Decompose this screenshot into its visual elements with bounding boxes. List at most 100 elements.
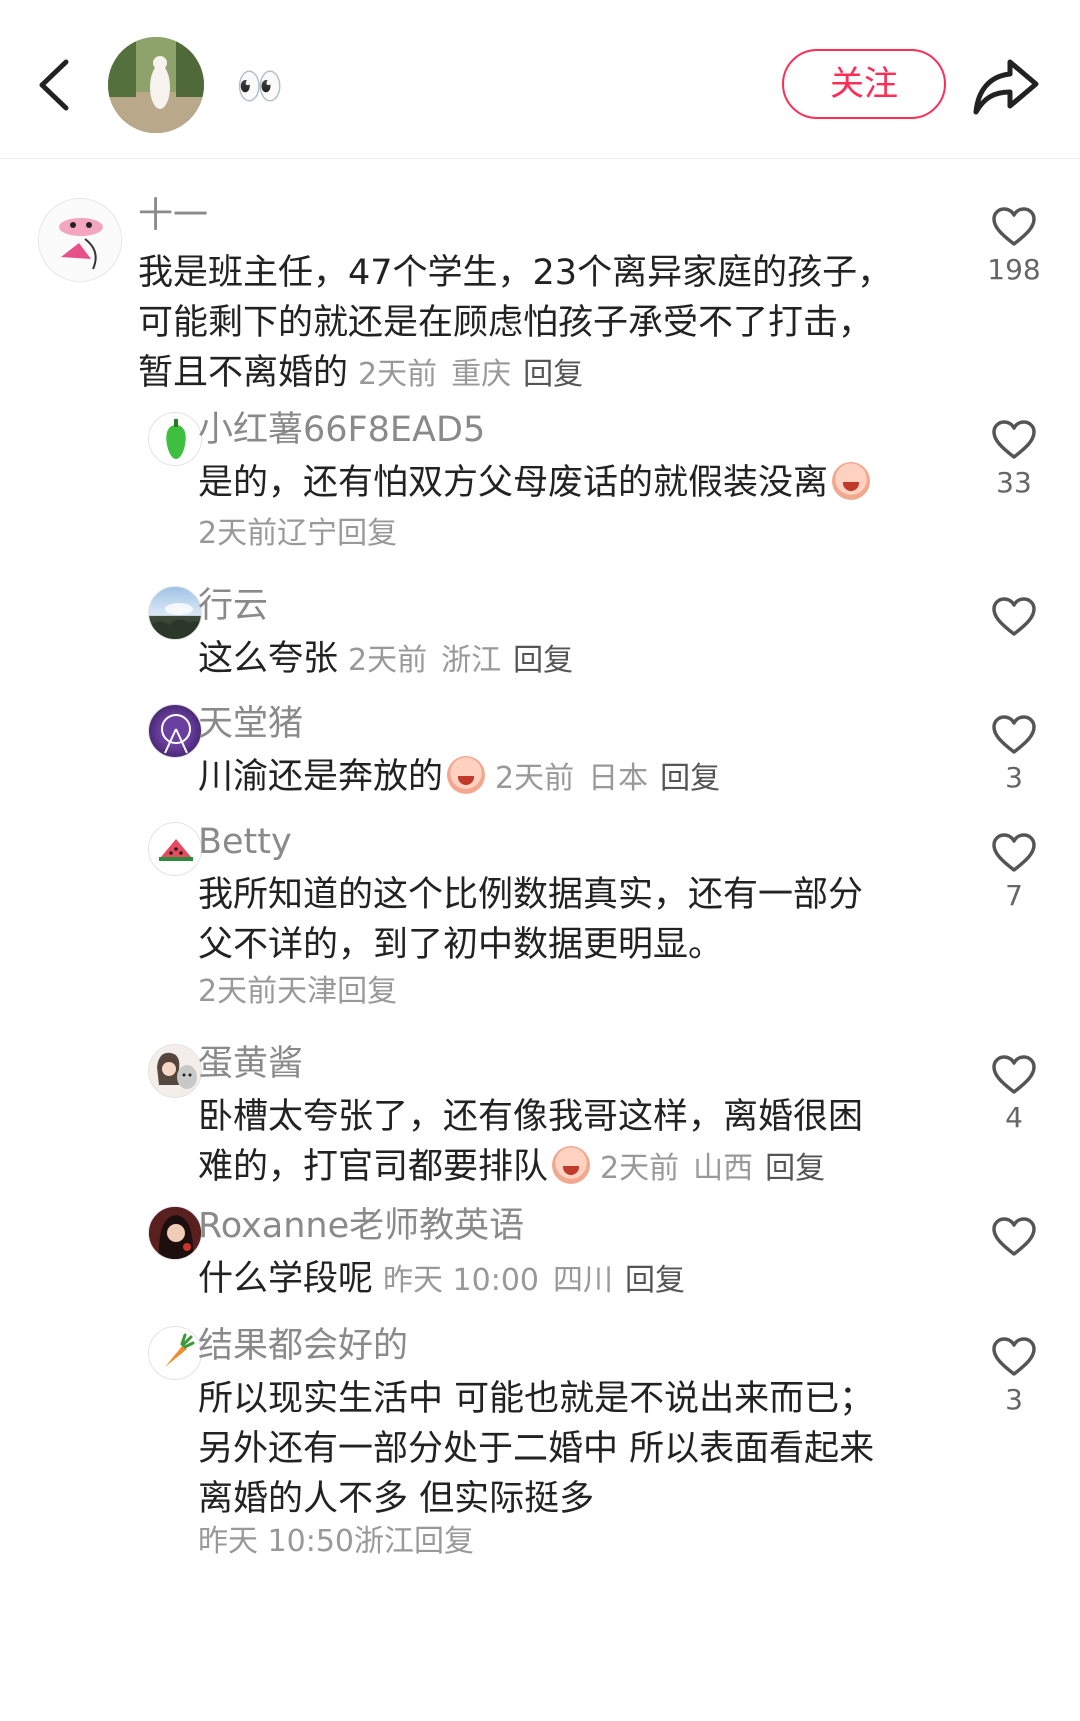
comment-username[interactable]: 十一 (138, 196, 208, 236)
comment-time: 2天前 (198, 516, 278, 551)
comment-meta: 昨天 10:00 四川 回复 (383, 1263, 685, 1298)
comment-meta: 2天前 日本 回复 (495, 761, 720, 796)
ferris-wheel-icon (161, 714, 191, 754)
comment-text-line: 卧槽太夸张了，还有像我哥这样，离婚很困 (198, 1097, 864, 1137)
comment-text-line: 我是班主任，47个学生，23个离异家庭的孩子， (138, 253, 893, 293)
reply-button[interactable]: 回复 (660, 761, 720, 796)
carrot-icon (165, 1333, 195, 1367)
commenter-avatar[interactable] (148, 1206, 202, 1260)
comment-text-line: 什么学段呢 昨天 10:00 四川 回复 (198, 1254, 978, 1306)
comment-text: 卧槽太夸张了，还有像我哥这样，离婚很困 难的，打官司都要排队 2天前 山西 回复 (198, 1092, 978, 1194)
author-name[interactable]: 👀 (236, 64, 283, 108)
comment-meta: 2天前 浙江 回复 (348, 643, 573, 678)
reply-button[interactable]: 回复 (513, 643, 573, 678)
comment-location: 重庆 (451, 357, 512, 392)
heart-icon[interactable] (991, 714, 1037, 756)
comment-text-line: 这么夸张 2天前 浙江 回复 (198, 634, 978, 686)
like-control: 4 (984, 1054, 1044, 1136)
watermelon-icon (159, 839, 193, 861)
comment-text-line: 川渝还是奔放的 (198, 757, 444, 797)
heart-icon[interactable] (991, 1336, 1037, 1378)
comment-text: 我是班主任，47个学生，23个离异家庭的孩子， 可能剩下的就还是在顾虑怕孩子承受… (138, 248, 918, 400)
like-count: 198 (987, 253, 1041, 286)
heart-icon[interactable] (991, 419, 1037, 461)
comment-text-line: 难的，打官司都要排队 (198, 1147, 549, 1187)
portrait-photo-icon (108, 37, 204, 133)
comment-username[interactable]: 小红薯66F8EAD5 (198, 410, 485, 450)
like-control: 33 (984, 419, 1044, 501)
comment-meta: 2天前 山西 回复 (600, 1151, 825, 1186)
comment-location: 浙江 (441, 643, 502, 678)
comment-username[interactable]: Betty (198, 822, 292, 862)
comment-username[interactable]: 天堂猪 (198, 704, 303, 744)
like-control: 7 (984, 832, 1044, 914)
like-count: 4 (1005, 1101, 1023, 1134)
commenter-avatar[interactable] (148, 704, 202, 758)
green-pepper-icon (166, 419, 186, 459)
comment-username[interactable]: 结果都会好的 (198, 1326, 408, 1366)
like-count: 33 (996, 466, 1032, 499)
heart-icon[interactable] (991, 1216, 1037, 1258)
reply-button[interactable]: 回复 (337, 516, 397, 551)
commenter-avatar[interactable] (148, 822, 202, 876)
reply-button[interactable]: 回复 (523, 357, 583, 392)
like-count: 3 (1005, 761, 1023, 794)
comment-text-line: 离婚的人不多 但实际挺多 (198, 1479, 595, 1519)
commenter-avatar[interactable] (148, 412, 202, 466)
comment-time: 2天前 (198, 974, 278, 1009)
back-button[interactable] (30, 50, 80, 120)
crying-face-emoji-icon (552, 1146, 591, 1184)
like-control: 3 (984, 714, 1044, 796)
comment-text-line: 可能剩下的就还是在顾虑怕孩子承受不了打击， (138, 303, 874, 343)
reply-button[interactable]: 回复 (765, 1151, 825, 1186)
commenter-avatar[interactable] (148, 1326, 202, 1380)
comment-location: 日本 (588, 761, 649, 796)
commenter-avatar[interactable] (148, 1044, 202, 1098)
comment-text: 这么夸张 2天前 浙江 回复 (198, 634, 978, 686)
comment-username[interactable]: 行云 (198, 586, 268, 626)
comment-time: 昨天 10:00 (383, 1263, 540, 1298)
comment-text: 所以现实生活中 可能也就是不说出来而已； 另外还有一部分处于二婚中 所以表面看起… (198, 1374, 978, 1524)
heart-icon[interactable] (991, 1054, 1037, 1096)
comment-text-line: 暂且不离婚的 2天前 重庆 回复 (138, 348, 918, 400)
share-arrow-icon (973, 59, 1039, 115)
comment-location: 浙江 (354, 1524, 414, 1559)
comment-location: 辽宁 (277, 516, 338, 551)
cartoon-avatar-icon (39, 199, 121, 281)
comment-meta: 2天前天津回复 (198, 972, 397, 1012)
comment-time: 2天前 (348, 643, 428, 678)
heart-icon[interactable] (991, 596, 1037, 638)
comment-text-line: 是的，还有怕双方父母废话的就假装没离 (198, 463, 829, 503)
comment-text-line: 暂且不离婚的 (138, 353, 349, 393)
comment-text: 我所知道的这个比例数据真实，还有一部分 父不详的，到了初中数据更明显。 (198, 870, 978, 970)
author-avatar[interactable] (108, 37, 204, 133)
commenter-avatar[interactable] (38, 198, 122, 282)
share-button[interactable] (970, 54, 1042, 118)
reply-button[interactable]: 回复 (414, 1524, 474, 1559)
commenter-avatar[interactable] (148, 586, 202, 640)
comment-text-line: 什么学段呢 (198, 1259, 374, 1299)
like-count: 7 (1005, 879, 1023, 912)
comment-text-line: 父不详的，到了初中数据更明显。 (198, 925, 724, 965)
comment-location: 山西 (693, 1151, 754, 1186)
heart-icon[interactable] (991, 206, 1037, 248)
like-count: 3 (1005, 1383, 1023, 1416)
comment-text-line: 难的，打官司都要排队 2天前 山西 回复 (198, 1142, 978, 1194)
comment-meta: 2天前 重庆 回复 (358, 357, 583, 392)
comment-username[interactable]: 蛋黄酱 (198, 1044, 303, 1084)
heart-icon[interactable] (991, 832, 1037, 874)
comment-text-line: 所以现实生活中 可能也就是不说出来而已； (198, 1379, 875, 1419)
comment-time: 2天前 (495, 761, 575, 796)
comment-meta: 昨天 10:50浙江回复 (198, 1522, 474, 1562)
reply-button[interactable]: 回复 (625, 1263, 685, 1298)
comment-text-line: 川渝还是奔放的 2天前 日本 回复 (198, 752, 978, 804)
reply-button[interactable]: 回复 (337, 974, 397, 1009)
like-control: 3 (984, 1336, 1044, 1418)
comment-username[interactable]: Roxanne老师教英语 (198, 1206, 524, 1246)
comment-text-line: 我所知道的这个比例数据真实，还有一部分 (198, 875, 864, 915)
like-control (984, 596, 1044, 638)
comment-text: 川渝还是奔放的 2天前 日本 回复 (198, 752, 978, 804)
comment-text: 是的，还有怕双方父母废话的就假装没离 (198, 458, 978, 508)
comment-time: 2天前 (358, 357, 438, 392)
follow-button[interactable]: 关注 (782, 49, 946, 119)
